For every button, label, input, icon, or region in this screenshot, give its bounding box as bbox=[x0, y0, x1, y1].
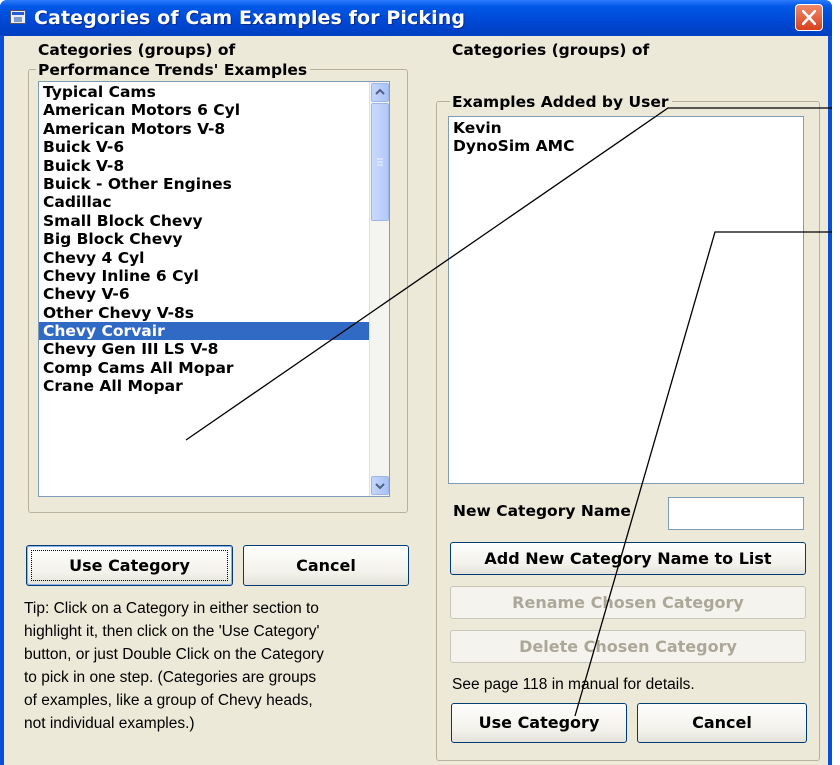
rename-category-button[interactable]: Rename Chosen Category bbox=[450, 586, 806, 619]
focus-rectangle bbox=[31, 550, 228, 581]
list-item[interactable]: Cadillac bbox=[39, 193, 369, 211]
list-item[interactable]: Other Chevy V-8s bbox=[39, 304, 369, 322]
dialog-window: Categories of Cam Examples for Picking C… bbox=[0, 0, 832, 765]
list-item[interactable]: Chevy Inline 6 Cyl bbox=[39, 267, 369, 285]
tip-line: Tip: Click on a Category in either secti… bbox=[24, 600, 319, 617]
right-use-category-label: Use Category bbox=[478, 713, 600, 732]
left-use-category-button[interactable]: Use Category bbox=[26, 545, 233, 586]
tip-line: button, or just Double Click on the Cate… bbox=[24, 646, 324, 663]
right-cancel-button[interactable]: Cancel bbox=[637, 703, 807, 743]
list-item[interactable]: Buick - Other Engines bbox=[39, 175, 369, 193]
list-item[interactable]: Typical Cams bbox=[39, 83, 369, 101]
add-category-label: Add New Category Name to List bbox=[484, 549, 772, 568]
list-item[interactable]: Chevy 4 Cyl bbox=[39, 249, 369, 267]
left-group-label-line1: Categories (groups) of bbox=[38, 41, 236, 59]
list-item[interactable]: Buick V-8 bbox=[39, 157, 369, 175]
grip-icon bbox=[377, 158, 383, 166]
scroll-thumb[interactable] bbox=[371, 103, 389, 221]
tip-line: not individual examples.) bbox=[24, 715, 195, 732]
rename-category-label: Rename Chosen Category bbox=[512, 593, 744, 612]
chevron-up-icon bbox=[375, 88, 385, 95]
list-item[interactable]: Chevy V-6 bbox=[39, 285, 369, 303]
new-category-input[interactable] bbox=[668, 497, 804, 530]
performance-examples-listbox[interactable]: Typical Cams American Motors 6 Cyl America… bbox=[38, 81, 390, 497]
close-icon bbox=[802, 10, 816, 25]
dialog-client: Categories (groups) of Performance Trend… bbox=[4, 36, 828, 765]
window-icon bbox=[10, 10, 26, 24]
list-item[interactable]: DynoSim AMC bbox=[449, 137, 799, 155]
list-item[interactable]: Small Block Chevy bbox=[39, 212, 369, 230]
title-bar[interactable]: Categories of Cam Examples for Picking bbox=[0, 0, 832, 36]
delete-category-label: Delete Chosen Category bbox=[519, 637, 737, 656]
tip-line: to pick in one step. (Categories are gro… bbox=[24, 669, 317, 686]
right-group-label-line1: Categories (groups) of bbox=[452, 41, 650, 59]
right-cancel-label: Cancel bbox=[692, 713, 752, 732]
tip-line: of examples, like a group of Chevy heads… bbox=[24, 692, 313, 709]
right-group-label-line2: Examples Added by User bbox=[450, 92, 672, 112]
left-group-label-line2: Performance Trends' Examples bbox=[36, 60, 311, 80]
list-item[interactable]: Crane All Mopar bbox=[39, 377, 369, 395]
list-item[interactable]: Big Block Chevy bbox=[39, 230, 369, 248]
left-cancel-label: Cancel bbox=[296, 556, 356, 575]
add-category-button[interactable]: Add New Category Name to List bbox=[450, 542, 806, 575]
screenshot: Categories of Cam Examples for Picking C… bbox=[0, 0, 840, 765]
tip-text: Tip: Click on a Category in either secti… bbox=[24, 597, 324, 735]
right-list-items: Kevin DynoSim AMC bbox=[449, 119, 799, 156]
left-cancel-button[interactable]: Cancel bbox=[243, 545, 409, 586]
window-title: Categories of Cam Examples for Picking bbox=[34, 7, 466, 29]
scroll-up-button[interactable] bbox=[371, 83, 389, 102]
left-list-scrollbar[interactable] bbox=[369, 82, 389, 496]
delete-category-button[interactable]: Delete Chosen Category bbox=[450, 630, 806, 663]
manual-note: See page 118 in manual for details. bbox=[452, 676, 695, 693]
list-item[interactable]: Kevin bbox=[449, 119, 799, 137]
list-item[interactable]: Chevy Corvair bbox=[39, 322, 369, 341]
list-item[interactable]: Buick V-6 bbox=[39, 138, 369, 156]
list-item[interactable]: American Motors V-8 bbox=[39, 120, 369, 138]
left-list-items: Typical Cams American Motors 6 Cyl America… bbox=[39, 83, 369, 396]
list-item[interactable]: Chevy Gen III LS V-8 bbox=[39, 340, 369, 358]
right-use-category-button[interactable]: Use Category bbox=[451, 703, 627, 743]
chevron-down-icon bbox=[375, 483, 385, 490]
list-item[interactable]: American Motors 6 Cyl bbox=[39, 101, 369, 119]
user-examples-listbox[interactable]: Kevin DynoSim AMC bbox=[448, 116, 804, 484]
tip-line: highlight it, then click on the 'Use Cat… bbox=[24, 623, 320, 640]
close-button[interactable] bbox=[795, 4, 823, 31]
list-item[interactable]: Comp Cams All Mopar bbox=[39, 359, 369, 377]
new-category-label: New Category Name bbox=[453, 502, 631, 520]
scroll-down-button[interactable] bbox=[371, 476, 389, 495]
